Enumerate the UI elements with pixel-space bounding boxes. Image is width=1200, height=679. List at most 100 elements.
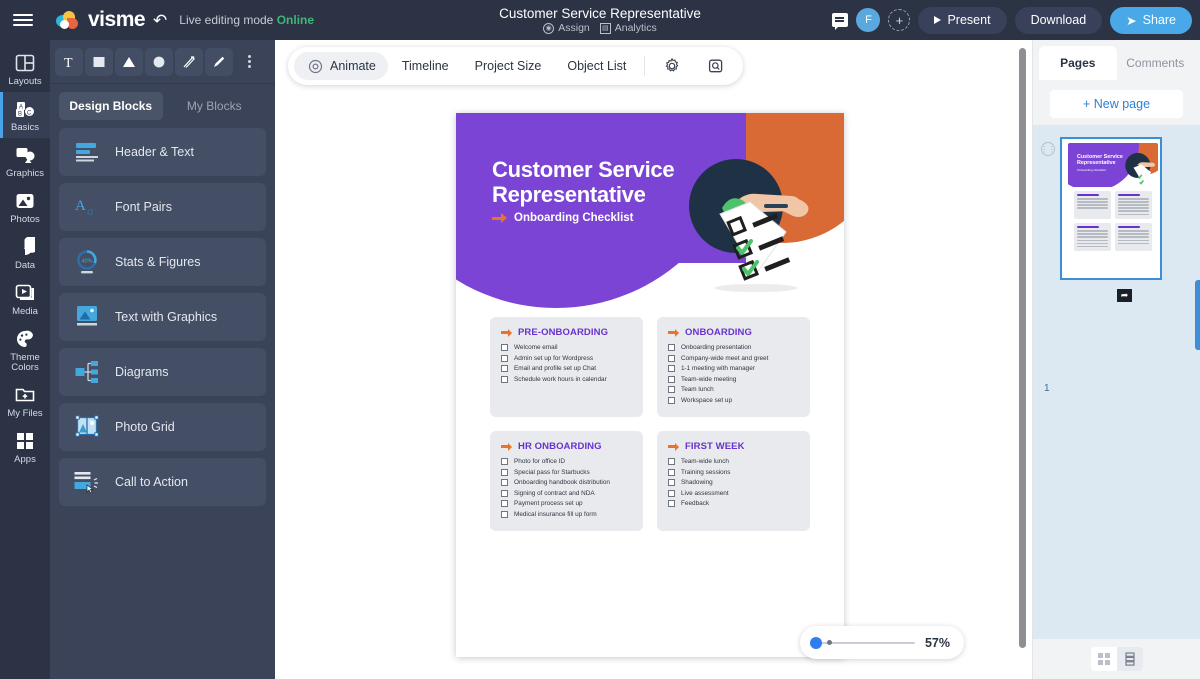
rectangle-tool[interactable] <box>85 48 113 76</box>
checklist-item[interactable]: 1-1 meeting with manager <box>668 365 800 372</box>
checkbox-icon[interactable] <box>501 500 508 507</box>
checklist-item[interactable]: Team-wide lunch <box>668 458 800 465</box>
checkbox-icon[interactable] <box>668 479 675 486</box>
block-text-with-graphics[interactable]: Text with Graphics <box>59 293 266 341</box>
checkbox-icon[interactable] <box>668 458 675 465</box>
more-tools-icon[interactable] <box>235 48 263 76</box>
present-button[interactable]: Present <box>918 7 1006 34</box>
checkbox-icon[interactable] <box>501 458 508 465</box>
page-thumbnail[interactable]: Customer Service Representative Onboardi… <box>1060 137 1162 280</box>
checklist-item[interactable]: Onboarding presentation <box>668 344 800 351</box>
checkbox-icon[interactable] <box>668 365 675 372</box>
checklist-card[interactable]: HR ONBOARDING Photo for office ID Specia… <box>490 431 643 531</box>
checklist-item[interactable]: Schedule work hours in calendar <box>501 376 633 383</box>
panel-collapse-handle[interactable] <box>1195 280 1200 350</box>
checklist-item[interactable]: Admin set up for Wordpress <box>501 355 633 362</box>
drag-handle-icon[interactable]: ⋮⋮ <box>1041 142 1055 156</box>
toolbar-animate[interactable]: Animate <box>294 52 388 80</box>
circle-tool[interactable] <box>145 48 173 76</box>
checklist-item[interactable]: Workspace set up <box>668 397 800 404</box>
slide-canvas[interactable]: Customer Service Representative Onboardi… <box>456 113 844 657</box>
checklist-item[interactable]: Team-wide meeting <box>668 376 800 383</box>
block-header-text[interactable]: Header & Text <box>59 128 266 176</box>
block-photo-grid[interactable]: Photo Grid <box>59 403 266 451</box>
line-tool[interactable] <box>175 48 203 76</box>
pen-tool[interactable] <box>205 48 233 76</box>
checkbox-icon[interactable] <box>668 490 675 497</box>
checklist-item[interactable]: Feedback <box>668 500 800 507</box>
checklist-item[interactable]: Email and profile set up Chat <box>501 365 633 372</box>
checklist-item[interactable]: Shadowing <box>668 479 800 486</box>
assign-button[interactable]: ◉ Assign <box>543 22 590 34</box>
checklist-item[interactable]: Live assessment <box>668 490 800 497</box>
checkbox-icon[interactable] <box>668 500 675 507</box>
checkbox-icon[interactable] <box>668 469 675 476</box>
canvas-area[interactable]: Animate Timeline Project Size Object Lis… <box>275 40 1032 679</box>
checkbox-icon[interactable] <box>501 511 508 518</box>
analytics-button[interactable]: ▤ Analytics <box>600 22 657 34</box>
checkbox-icon[interactable] <box>501 479 508 486</box>
checkbox-icon[interactable] <box>501 469 508 476</box>
checklist-card[interactable]: PRE-ONBOARDING Welcome email Admin set u… <box>490 317 643 417</box>
checklist-card[interactable]: FIRST WEEK Team-wide lunch Training sess… <box>657 431 810 531</box>
checkbox-icon[interactable] <box>501 376 508 383</box>
toolbar-preview[interactable] <box>695 52 737 80</box>
block-diagrams[interactable]: Diagrams <box>59 348 266 396</box>
toolbar-timeline[interactable]: Timeline <box>390 52 461 80</box>
tab-my-blocks[interactable]: My Blocks <box>163 92 267 120</box>
toolbar-settings[interactable] <box>651 52 693 80</box>
menu-icon[interactable] <box>0 0 46 40</box>
block-stats-figures[interactable]: 40% Stats & Figures <box>59 238 266 286</box>
checklist-item[interactable]: Medical insurance fill up form <box>501 511 633 518</box>
checkbox-icon[interactable] <box>501 355 508 362</box>
block-call-to-action[interactable]: Call to Action <box>59 458 266 506</box>
grid-view-icon[interactable] <box>1091 647 1117 671</box>
checklist-item[interactable]: Training sessions <box>668 469 800 476</box>
document-title[interactable]: Customer Service Representative <box>499 6 701 21</box>
slide-subtitle[interactable]: Onboarding Checklist <box>492 212 634 224</box>
checkbox-icon[interactable] <box>668 355 675 362</box>
sidebar-item-apps[interactable]: Apps <box>0 424 50 470</box>
sidebar-item-photos[interactable]: Photos <box>0 184 50 230</box>
checklist-item[interactable]: Special pass for Starbucks <box>501 469 633 476</box>
sidebar-item-theme-colors[interactable]: Theme Colors <box>0 322 50 378</box>
undo-icon[interactable]: ↶ <box>153 12 167 29</box>
sidebar-item-graphics[interactable]: Graphics <box>0 138 50 184</box>
toolbar-project-size[interactable]: Project Size <box>463 52 554 80</box>
checklist-item[interactable]: Team lunch <box>668 386 800 393</box>
page-list-item[interactable]: ⋮⋮ Customer Service Representative Onboa… <box>1033 137 1200 280</box>
checklist-item[interactable]: Photo for office ID <box>501 458 633 465</box>
toolbar-object-list[interactable]: Object List <box>555 52 638 80</box>
next-page-icon[interactable] <box>1117 289 1132 302</box>
checkbox-icon[interactable] <box>668 344 675 351</box>
triangle-tool[interactable] <box>115 48 143 76</box>
add-collaborator-icon[interactable]: + <box>888 9 910 31</box>
checklist-item[interactable]: Onboarding handbook distribution <box>501 479 633 486</box>
comments-icon[interactable] <box>832 13 848 27</box>
checkbox-icon[interactable] <box>501 344 508 351</box>
checklist-item[interactable]: Signing of contract and NDA <box>501 490 633 497</box>
checkbox-icon[interactable] <box>501 365 508 372</box>
text-tool[interactable]: T <box>55 48 83 76</box>
tab-comments[interactable]: Comments <box>1117 46 1195 80</box>
new-page-button[interactable]: + New page <box>1050 90 1183 118</box>
checkbox-icon[interactable] <box>668 376 675 383</box>
checklist-item[interactable]: Welcome email <box>501 344 633 351</box>
block-font-pairs[interactable]: Aa Font Pairs <box>59 183 266 231</box>
tab-pages[interactable]: Pages <box>1039 46 1117 80</box>
sidebar-item-basics[interactable]: ABC Basics <box>0 92 50 138</box>
zoom-slider-handle[interactable] <box>810 637 822 649</box>
checklist-item[interactable]: Company-wide meet and greet <box>668 355 800 362</box>
zoom-slider[interactable] <box>814 642 915 644</box>
checklist-item[interactable]: Payment process set up <box>501 500 633 507</box>
checkbox-icon[interactable] <box>501 490 508 497</box>
brand-logo-group[interactable]: visme <box>56 8 145 32</box>
slide-title[interactable]: Customer Service Representative <box>492 157 674 207</box>
share-button[interactable]: ➤ Share <box>1110 7 1192 34</box>
sidebar-item-data[interactable]: Data <box>0 230 50 276</box>
list-view-icon[interactable] <box>1117 647 1143 671</box>
checkbox-icon[interactable] <box>668 386 675 393</box>
tab-design-blocks[interactable]: Design Blocks <box>59 92 163 120</box>
download-button[interactable]: Download <box>1015 7 1103 34</box>
sidebar-item-media[interactable]: Media <box>0 276 50 322</box>
